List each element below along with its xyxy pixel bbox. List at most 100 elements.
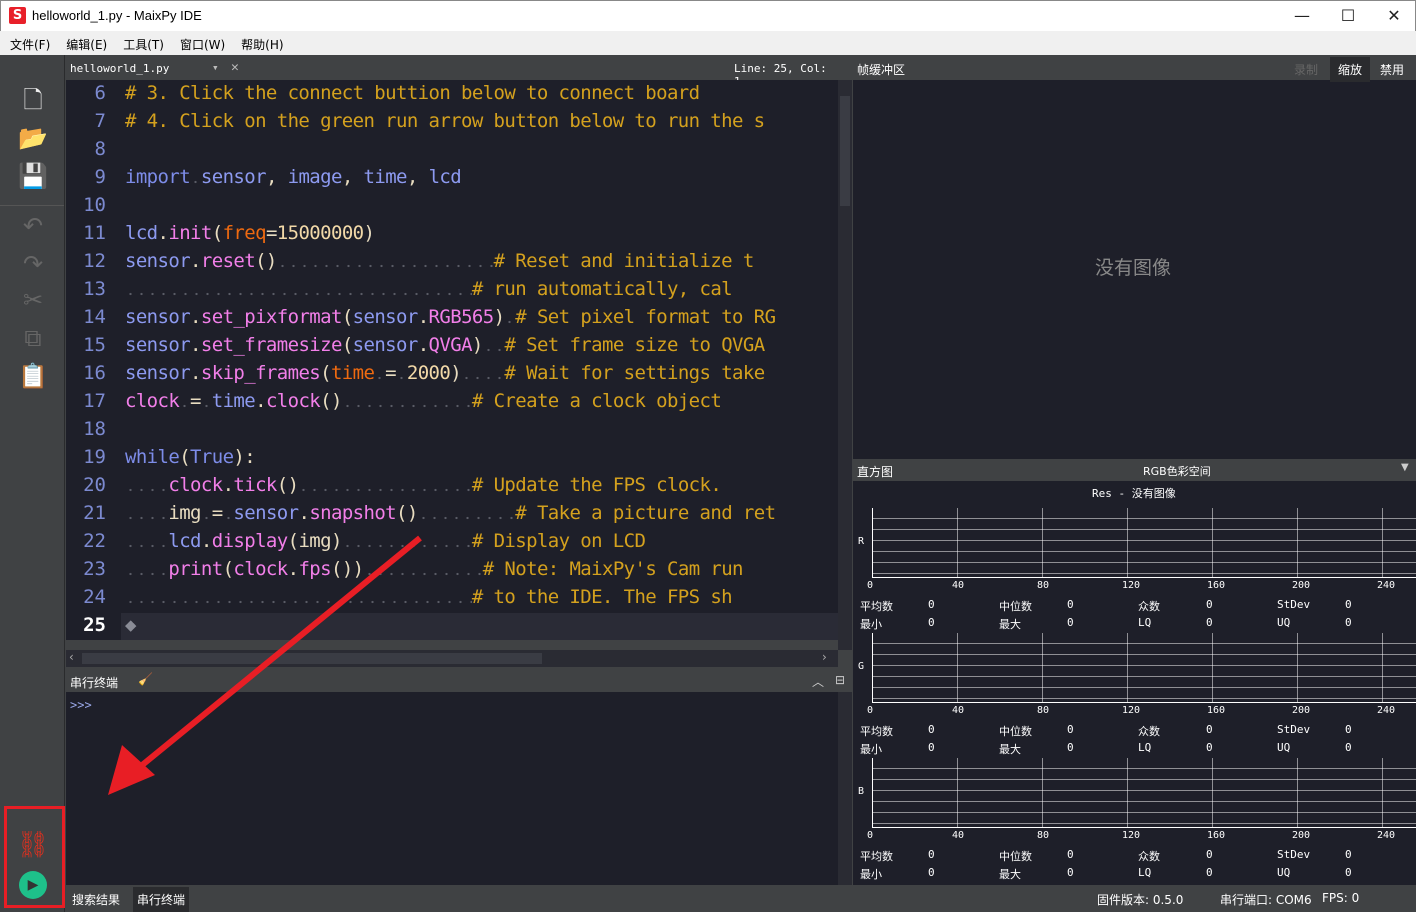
- stat-value: 0: [1067, 598, 1074, 611]
- menu-window[interactable]: 窗口(W): [174, 31, 231, 55]
- code-token: while: [125, 446, 180, 468]
- code-token: ): [471, 334, 483, 356]
- code-comment: # Wait for settings take: [504, 362, 765, 384]
- record-button[interactable]: 录制: [1294, 61, 1318, 78]
- maximize-panel-icon[interactable]: ⊟: [835, 673, 845, 687]
- close-button[interactable]: ✕: [1371, 1, 1416, 31]
- code-token: RGB565: [428, 306, 495, 328]
- stat-value: 0: [1206, 866, 1213, 879]
- line-number: 16: [83, 362, 106, 384]
- axis-tick: 0: [867, 705, 874, 716]
- disable-button[interactable]: 禁用: [1380, 61, 1404, 78]
- save-icon[interactable]: 💾: [16, 161, 50, 191]
- zoom-button[interactable]: 缩放: [1330, 57, 1371, 82]
- histogram-b: B 0 40 80 120 160 200 240 平均数 0 中位数 0 众数 0 StDev 0 最小 0 最大…: [853, 758, 1416, 883]
- menu-tools[interactable]: 工具(T): [117, 31, 170, 55]
- code-token: =: [385, 362, 397, 384]
- tab-search-results[interactable]: 搜索结果: [72, 891, 120, 908]
- stat-label: StDev: [1277, 723, 1311, 736]
- stat-value: 0: [1345, 723, 1352, 736]
- code-line: sensor.set_pixformat(sensor.RGB565) # Se…: [125, 306, 776, 328]
- code-comment: # Display on LCD: [471, 530, 646, 552]
- menu-help[interactable]: 帮助(H): [235, 31, 289, 55]
- code-token: image: [287, 166, 343, 188]
- code-token: [190, 166, 201, 188]
- code-token: .: [417, 334, 429, 356]
- line-number: 17: [83, 390, 106, 412]
- code-token: time: [211, 390, 256, 412]
- stat-label: 最小: [860, 618, 882, 631]
- minimize-button[interactable]: —: [1279, 1, 1325, 31]
- code-token: sensor: [125, 306, 191, 328]
- code-line: lcd.init(freq=15000000): [125, 222, 375, 244]
- stat-label: 平均数: [860, 850, 893, 863]
- stat-label: 中位数: [999, 600, 1032, 613]
- line-number: 6: [94, 82, 106, 104]
- menu-edit[interactable]: 编辑(E): [60, 31, 113, 55]
- code-comment: # Update the FPS clock.: [471, 474, 722, 496]
- line-number: 15: [83, 334, 106, 356]
- code-token: clock: [168, 474, 223, 496]
- terminal-scrollbar[interactable]: [838, 692, 852, 885]
- channel-label: B: [858, 786, 865, 797]
- line-number: 13: [83, 278, 106, 300]
- axis-tick: 160: [1207, 705, 1226, 716]
- code-token: tick: [233, 474, 277, 496]
- code-comment: # Note: MaixPy's Cam run: [482, 558, 744, 580]
- open-folder-icon[interactable]: 📂: [16, 123, 50, 153]
- code-token: (): [396, 502, 418, 524]
- code-token: =: [211, 502, 223, 524]
- maximize-button[interactable]: ☐: [1325, 1, 1371, 31]
- stat-value: 0: [1206, 848, 1213, 861]
- stat-label: LQ: [1138, 866, 1152, 879]
- stat-value: 0: [1345, 598, 1352, 611]
- code-token: ,: [341, 166, 364, 188]
- code-token: [125, 502, 169, 524]
- new-file-icon[interactable]: 🗋: [16, 85, 50, 115]
- histogram-plot: [872, 508, 1416, 578]
- window-title: helloworld_1.py - MaixPy IDE: [32, 8, 202, 23]
- line-number: 18: [83, 418, 106, 440]
- code-comment: # Set pixel format to RG: [515, 306, 776, 328]
- file-dropdown-icon[interactable]: ▾: [212, 61, 219, 74]
- line-number: 14: [83, 306, 106, 328]
- file-tab[interactable]: helloworld_1.py: [70, 62, 169, 75]
- axis-tick: 240: [1377, 580, 1396, 591]
- code-token: =: [265, 222, 277, 244]
- code-token: True: [190, 446, 234, 468]
- code-token: time: [330, 362, 375, 384]
- code-token: [396, 362, 407, 384]
- tab-serial-terminal[interactable]: 串行终端: [133, 887, 190, 912]
- axis-tick: 40: [952, 580, 965, 591]
- stat-label: 最大: [999, 868, 1021, 881]
- menu-file[interactable]: 文件(F): [4, 31, 56, 55]
- editor-vertical-scrollbar[interactable]: [838, 80, 852, 650]
- stat-label: LQ: [1138, 741, 1152, 754]
- undo-icon[interactable]: ↶: [16, 211, 50, 241]
- cut-icon[interactable]: ✂: [16, 285, 50, 315]
- code-token: .: [190, 334, 201, 356]
- redo-icon[interactable]: ↷: [16, 249, 50, 279]
- histogram-res: Res - 没有图像: [1092, 487, 1176, 500]
- stat-label: 中位数: [999, 850, 1032, 863]
- copy-icon[interactable]: ⧉: [16, 323, 50, 353]
- line-number: 11: [83, 222, 106, 244]
- menu-bar: 文件(F) 编辑(E) 工具(T) 窗口(W) 帮助(H): [0, 31, 1416, 55]
- colorspace-dropdown-icon[interactable]: ▼: [1401, 462, 1409, 473]
- stat-label: 最大: [999, 618, 1021, 631]
- close-tab-icon[interactable]: ✕: [231, 60, 239, 75]
- code-token: sensor: [125, 334, 191, 356]
- code-token: 15000000: [276, 222, 364, 244]
- code-token: ): [363, 222, 375, 244]
- code-comment: # 4. Click on the green run arrow button…: [125, 110, 765, 132]
- colorspace-select[interactable]: RGB色彩空间: [1143, 463, 1211, 479]
- code-comment: # Take a picture and ret: [515, 502, 776, 524]
- code-comment: # Create a clock object: [471, 390, 722, 412]
- code-line: # 4. Click on the green run arrow button…: [125, 110, 765, 132]
- annotation-arrow: [108, 535, 422, 795]
- paste-icon[interactable]: 📋: [16, 361, 50, 391]
- code-line: clock.tick() # Update the FPS clock.: [125, 474, 722, 496]
- code-token: .: [222, 474, 234, 496]
- collapse-icon[interactable]: ︿: [812, 673, 824, 690]
- axis-tick: 120: [1122, 705, 1141, 716]
